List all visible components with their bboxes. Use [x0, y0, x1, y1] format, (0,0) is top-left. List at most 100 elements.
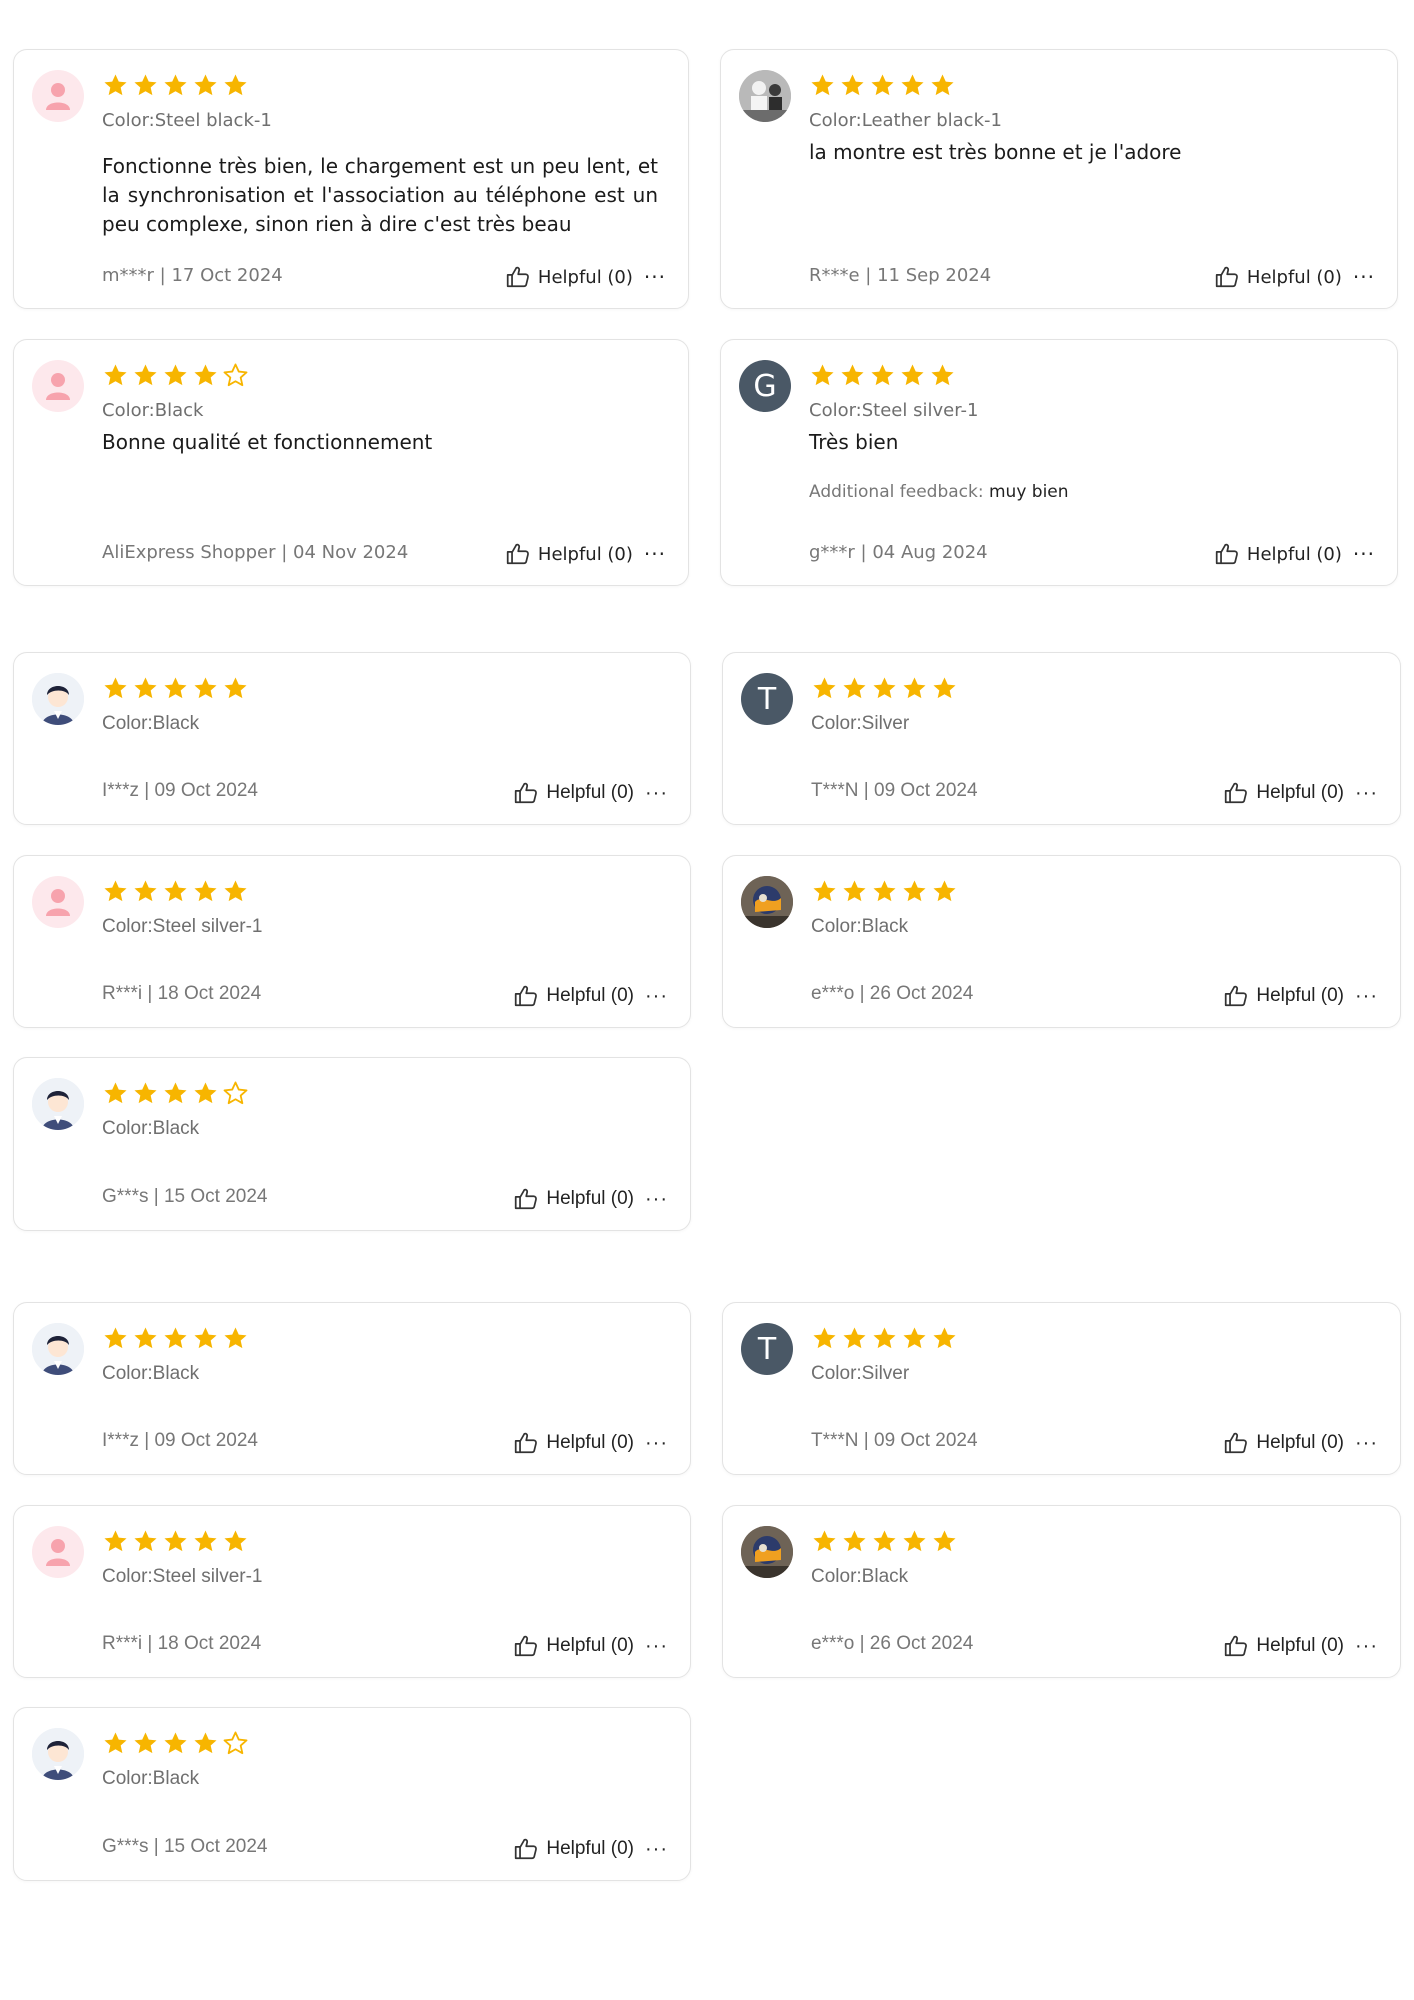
helpful-actions: Helpful (0) ··· [1223, 780, 1378, 806]
reviewer-date: e***o | 26 Oct 2024 [811, 1633, 974, 1654]
helpful-button[interactable]: Helpful (0) [1256, 782, 1344, 804]
star-filled-icon [164, 1326, 187, 1348]
more-options-icon[interactable]: ··· [1349, 544, 1375, 564]
helpful-button[interactable]: Helpful (0) [1247, 544, 1342, 565]
more-options-icon[interactable]: ··· [640, 267, 666, 287]
star-filled-icon [811, 73, 834, 95]
review-text: Très bien [809, 430, 899, 454]
helpful-actions: Helpful (0) ··· [513, 1430, 668, 1456]
thumbs-up-icon[interactable] [513, 1836, 539, 1862]
star-filled-icon [194, 363, 217, 385]
review-card: Color:Black I***z | 09 Oct 2024 Helpful … [13, 1302, 691, 1475]
variant-color: Color:Silver [811, 1363, 910, 1384]
more-options-icon[interactable]: ··· [641, 1433, 668, 1453]
helpful-button[interactable]: Helpful (0) [546, 1635, 634, 1657]
variant-color: Color:Black [102, 1118, 200, 1139]
helpful-button[interactable]: Helpful (0) [546, 782, 634, 804]
helpful-actions: Helpful (0) ··· [513, 1633, 668, 1659]
star-filled-icon [104, 1326, 127, 1348]
variant-color: Color:Steel silver-1 [809, 400, 979, 421]
reviewer-date: G***s | 15 Oct 2024 [102, 1186, 268, 1207]
star-filled-icon [134, 363, 157, 385]
star-filled-icon [194, 1731, 217, 1753]
reviewer-date: e***o | 26 Oct 2024 [811, 983, 974, 1004]
variant-color: Color:Steel silver-1 [102, 1566, 263, 1587]
helpful-button[interactable]: Helpful (0) [546, 1188, 634, 1210]
rating-stars [809, 70, 956, 100]
more-options-icon[interactable]: ··· [1351, 1433, 1378, 1453]
star-filled-icon [164, 879, 187, 901]
helpful-actions: Helpful (0) ··· [1223, 1430, 1378, 1456]
avatar-letter: T [757, 1331, 777, 1367]
avatar-letter: G [753, 368, 777, 404]
review-card: Color:Black I***z | 09 Oct 2024 Helpful … [13, 652, 691, 825]
thumbs-up-icon[interactable] [1223, 1430, 1249, 1456]
helpful-actions: Helpful (0) ··· [1214, 541, 1375, 567]
star-filled-icon [104, 879, 127, 901]
rating-stars [102, 360, 249, 390]
user-avatar-icon [32, 1526, 84, 1578]
star-filled-icon [873, 1326, 896, 1348]
helpful-actions: Helpful (0) ··· [513, 983, 668, 1009]
letter-avatar-icon: T [741, 673, 793, 725]
helpful-button[interactable]: Helpful (0) [1247, 267, 1342, 288]
rating-stars [102, 1728, 249, 1758]
thumbs-up-icon[interactable] [1223, 780, 1249, 806]
star-filled-icon [224, 1326, 247, 1348]
thumbs-up-icon[interactable] [513, 1430, 539, 1456]
thumbs-up-icon[interactable] [1223, 1633, 1249, 1659]
user-avatar-icon [32, 876, 84, 928]
more-options-icon[interactable]: ··· [640, 544, 666, 564]
star-filled-icon [933, 1529, 956, 1551]
more-options-icon[interactable]: ··· [641, 1189, 668, 1209]
review-card: Color:Black Bonne qualité et fonctionnem… [13, 339, 689, 586]
helpful-button[interactable]: Helpful (0) [538, 267, 633, 288]
more-options-icon[interactable]: ··· [1349, 267, 1375, 287]
helpful-button[interactable]: Helpful (0) [546, 985, 634, 1007]
star-filled-icon [194, 1326, 217, 1348]
reviewer-date: AliExpress Shopper | 04 Nov 2024 [102, 542, 409, 563]
helpful-actions: Helpful (0) ··· [513, 1836, 668, 1862]
thumbs-up-icon[interactable] [1223, 983, 1249, 1009]
cartoon-avatar-icon [32, 1323, 84, 1375]
thumbs-up-icon[interactable] [505, 264, 531, 290]
helpful-button[interactable]: Helpful (0) [546, 1432, 634, 1454]
more-options-icon[interactable]: ··· [1351, 986, 1378, 1006]
variant-color: Color:Leather black-1 [809, 110, 1002, 131]
cartoon-avatar-icon [32, 673, 84, 725]
photo-avatar-icon [739, 70, 791, 122]
more-options-icon[interactable]: ··· [641, 1839, 668, 1859]
thumbs-up-icon[interactable] [513, 780, 539, 806]
thumbs-up-icon[interactable] [1214, 264, 1240, 290]
reviews-page: Color:Steel black-1 Fonctionne très bien… [0, 0, 1414, 2000]
star-filled-icon [104, 1529, 127, 1551]
helpful-button[interactable]: Helpful (0) [538, 544, 633, 565]
thumbs-up-icon[interactable] [513, 1633, 539, 1659]
star-filled-icon [873, 879, 896, 901]
star-filled-icon [813, 879, 836, 901]
more-options-icon[interactable]: ··· [641, 1636, 668, 1656]
thumbs-up-icon[interactable] [1214, 541, 1240, 567]
star-filled-icon [134, 73, 157, 95]
more-options-icon[interactable]: ··· [641, 986, 668, 1006]
star-filled-icon [194, 1081, 217, 1103]
more-options-icon[interactable]: ··· [1351, 1636, 1378, 1656]
helpful-button[interactable]: Helpful (0) [1256, 985, 1344, 1007]
thumbs-up-icon[interactable] [505, 541, 531, 567]
star-filled-icon [871, 363, 894, 385]
thumbs-up-icon[interactable] [513, 1186, 539, 1212]
thumbs-up-icon[interactable] [513, 983, 539, 1009]
review-card: Color:Steel silver-1 R***i | 18 Oct 2024… [13, 1505, 691, 1678]
more-options-icon[interactable]: ··· [1351, 783, 1378, 803]
helpful-button[interactable]: Helpful (0) [1256, 1635, 1344, 1657]
star-empty-icon [223, 1731, 248, 1754]
star-filled-icon [841, 363, 864, 385]
star-filled-icon [933, 879, 956, 901]
variant-color: Color:Black [811, 1566, 909, 1587]
helpful-button[interactable]: Helpful (0) [1256, 1432, 1344, 1454]
star-filled-icon [903, 1326, 926, 1348]
star-filled-icon [843, 1326, 866, 1348]
helpful-button[interactable]: Helpful (0) [546, 1838, 634, 1860]
more-options-icon[interactable]: ··· [641, 783, 668, 803]
photo-avatar-icon [741, 876, 793, 928]
